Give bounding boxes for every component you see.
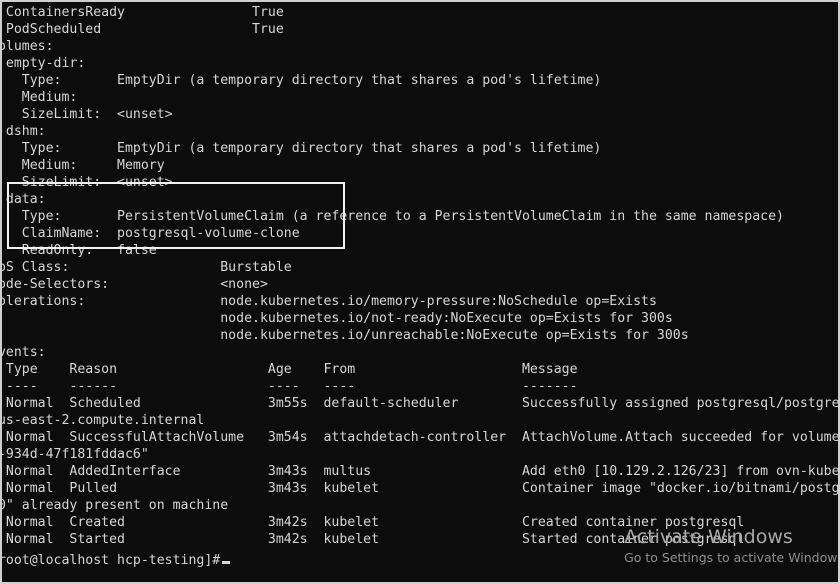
terminal-line: Medium: — [0, 89, 840, 106]
terminal-line: Normal Created 3m42s kubelet Created con… — [0, 514, 840, 531]
terminal-line: node.kubernetes.io/unreachable:NoExecute… — [0, 327, 840, 344]
terminal-line: empty-dir: — [0, 55, 840, 72]
terminal-line: Events: — [0, 344, 840, 361]
terminal-line: ReadOnly: false — [0, 242, 840, 259]
terminal-line: Normal SuccessfulAttachVolume 3m54s atta… — [0, 429, 840, 446]
terminal-line: Type: EmptyDir (a temporary directory th… — [0, 140, 840, 157]
terminal-line: SizeLimit: <unset> — [0, 106, 840, 123]
terminal-line: ---- ------ ---- ---- ------- — [0, 378, 840, 395]
terminal-line: Type: EmptyDir (a temporary directory th… — [0, 72, 840, 89]
terminal-output[interactable]: ContainersReady True PodScheduled TrueVo… — [0, 4, 840, 584]
terminal-line: Volumes: — [0, 38, 840, 55]
terminal-line: Node-Selectors: <none> — [0, 276, 840, 293]
terminal-line: ClaimName: postgresql-volume-clone — [0, 225, 840, 242]
terminal-line: dshm: — [0, 123, 840, 140]
terminal-line: 8-934d-47f181fddac6" — [0, 446, 840, 463]
prompt-text: [root@localhost hcp-testing]# — [0, 553, 220, 568]
text-cursor — [222, 561, 230, 564]
terminal-line: Type: PersistentVolumeClaim (a reference… — [0, 208, 840, 225]
terminal-line: QoS Class: Burstable — [0, 259, 840, 276]
terminal-window: ContainersReady True PodScheduled TrueVo… — [0, 0, 840, 584]
terminal-line: SizeLimit: <unset> — [0, 174, 840, 191]
terminal-line: r0" already present on machine — [0, 497, 840, 514]
terminal-line: Normal Pulled 3m43s kubelet Container im… — [0, 480, 840, 497]
terminal-line: .us-east-2.compute.internal — [0, 412, 840, 429]
terminal-line: ContainersReady True — [0, 4, 840, 21]
terminal-line: Type Reason Age From Message — [0, 361, 840, 378]
terminal-line: Normal Started 3m42s kubelet Started con… — [0, 531, 840, 548]
terminal-line: Medium: Memory — [0, 157, 840, 174]
shell-prompt[interactable]: [root@localhost hcp-testing]# — [0, 552, 230, 569]
terminal-line: Tolerations: node.kubernetes.io/memory-p… — [0, 293, 840, 310]
terminal-line: PodScheduled True — [0, 21, 840, 38]
terminal-line: node.kubernetes.io/not-ready:NoExecute o… — [0, 310, 840, 327]
terminal-line: Normal Scheduled 3m55s default-scheduler… — [0, 395, 840, 412]
terminal-line: Normal AddedInterface 3m43s multus Add e… — [0, 463, 840, 480]
terminal-line: data: — [0, 191, 840, 208]
